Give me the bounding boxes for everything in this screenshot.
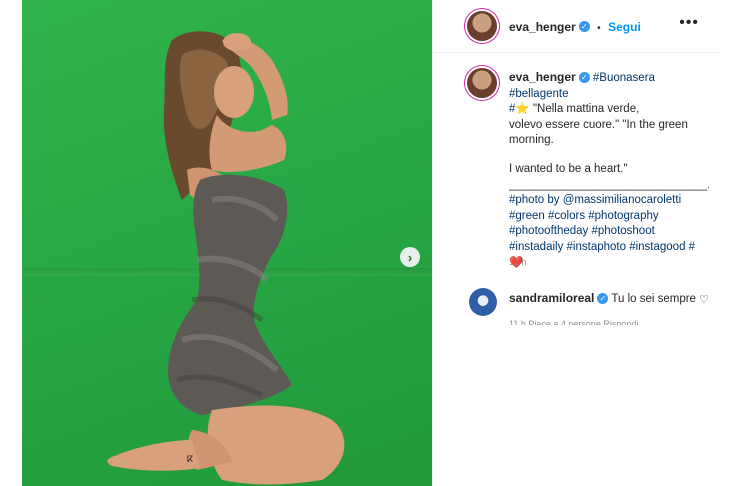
next-image-button[interactable]: › [400, 247, 420, 267]
caption-hashtags-4[interactable]: #instadaily #instaphoto #instagood # [509, 241, 695, 253]
post-header: eva_henger ✓ • Segui ••• [433, 0, 719, 53]
photographer-mention[interactable]: @massimilianocaroletti [563, 194, 681, 206]
commenter-username[interactable]: sandramiloreal [509, 291, 594, 305]
verified-badge-icon: ✓ [597, 293, 609, 305]
separator: • [597, 23, 601, 34]
post-time: 12 h [509, 257, 527, 267]
post-caption: eva_henger ✓ #Buonasera #bellagente #⭐ "N… [509, 70, 709, 271]
comment-item: sandramiloreal ✓ Tu lo sei sempre ♡ 11 h … [433, 285, 719, 325]
caption-hashtags-2[interactable]: #green #colors #photography [509, 209, 709, 225]
caption-line-2: "Nella mattina verde, [532, 103, 640, 116]
caption-avatar[interactable] [467, 68, 497, 98]
caption-username[interactable]: eva_henger [509, 70, 576, 84]
author-username[interactable]: eva_henger [509, 20, 576, 34]
verified-badge-icon: ✓ [578, 72, 590, 84]
star-emoji-icon: ⭐ [515, 103, 530, 116]
post-sidebar: eva_henger ✓ • Segui ••• eva_henger ✓ #Buo… [432, 0, 719, 486]
photo-by-tag[interactable]: #photo by [509, 194, 563, 206]
comment-text: Tu lo sei sempre [611, 293, 696, 305]
caption-line-3: volevo essere cuore." "In the green [509, 118, 688, 131]
caption-line-4: morning. [509, 134, 554, 147]
verified-badge-icon: ✓ [578, 21, 590, 33]
follow-button[interactable]: Segui [608, 20, 641, 34]
caption-hashtags-3[interactable]: #photooftheday #photoshoot [509, 224, 709, 240]
svg-text:ⴽ: ⴽ [187, 455, 193, 465]
caption-line-5: I wanted to be a heart." [509, 162, 628, 175]
caption-divider: _______________________________. [509, 178, 709, 191]
woman-photo: ⴽ [107, 31, 345, 485]
commenter-avatar[interactable] [469, 288, 497, 316]
instagram-post: ⴽ › eva_henger ✓ • Segui ••• eva_henger ✓ … [22, 0, 719, 486]
like-comment-heart-icon[interactable]: ♡ [699, 293, 709, 306]
comment-meta: 11 h Piace a 4 persone Rispondi [509, 319, 639, 325]
author-avatar[interactable] [467, 11, 497, 41]
more-options-icon[interactable]: ••• [679, 14, 699, 32]
post-image[interactable]: ⴽ › [22, 0, 432, 486]
